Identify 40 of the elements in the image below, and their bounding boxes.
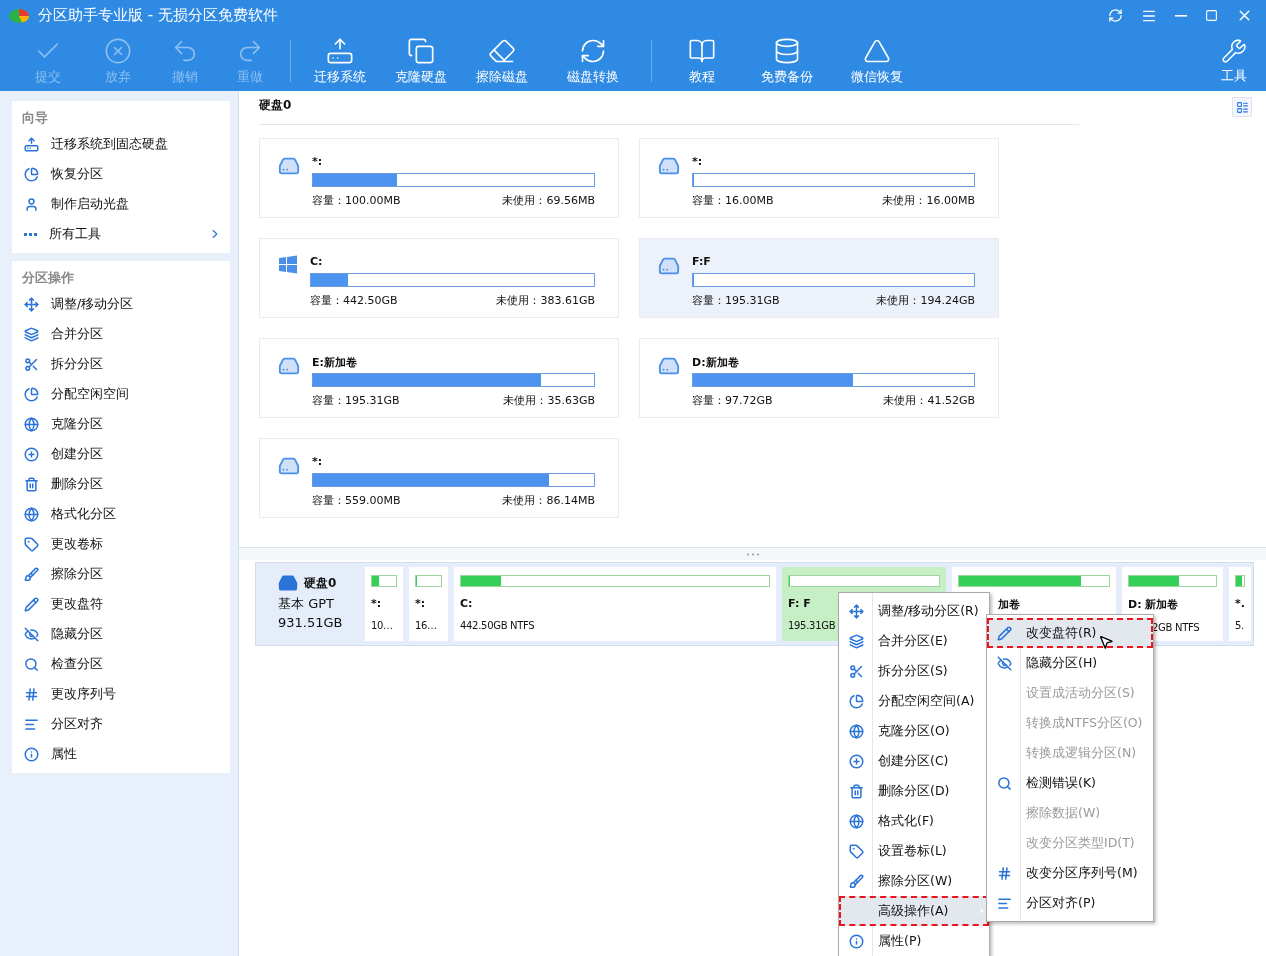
partition-label: E:新加卷 xyxy=(312,355,358,371)
partition-label: 加卷 xyxy=(998,597,1020,612)
unused-text: 未使用：16.00MB xyxy=(882,193,975,208)
partition-info: 442.50GB NTFS xyxy=(460,620,535,631)
partition-label: F:F xyxy=(692,255,712,270)
section-title: 向导 xyxy=(21,109,49,127)
capacity-text: 容量：16.00MB xyxy=(692,193,774,208)
partition-label: *: xyxy=(415,597,426,610)
unused-text: 未使用：35.63GB xyxy=(503,393,595,408)
unused-text: 未使用：86.14MB xyxy=(502,493,595,508)
unused-text: 未使用：41.52GB xyxy=(883,393,975,408)
unused-text: 未使用：383.61GB xyxy=(496,293,595,308)
partition-label: C: xyxy=(310,255,324,270)
capacity-text: 容量：195.31GB xyxy=(312,393,400,408)
section-title: 分区操作 xyxy=(21,269,75,287)
disk-heading: 硬盘0 xyxy=(259,95,1079,125)
partition-label: C: xyxy=(460,597,473,610)
partition-label: F: F xyxy=(788,597,811,610)
partition-info: 16… xyxy=(415,620,437,631)
disk-size: 931.51GB xyxy=(278,615,344,630)
unused-text: 未使用：69.56MB xyxy=(502,193,595,208)
partition-label: *. xyxy=(1235,597,1245,610)
partition-label: D: 新加卷 xyxy=(1128,597,1179,612)
partition-info: 5. xyxy=(1235,620,1244,631)
capacity-text: 容量：442.50GB xyxy=(310,293,398,308)
partition-label: *: xyxy=(692,155,704,170)
partition-label: *: xyxy=(312,455,324,470)
partition-label: D:新加卷 xyxy=(692,355,740,371)
capacity-text: 容量：559.00MB xyxy=(312,493,401,508)
partition-label: *: xyxy=(371,597,382,610)
partition-label: *: xyxy=(312,155,324,170)
disk-name: 硬盘0 xyxy=(304,574,337,592)
partition-info: 195.31GB xyxy=(788,620,836,631)
capacity-text: 容量：97.72GB xyxy=(692,393,773,408)
capacity-text: 容量：195.31GB xyxy=(692,293,780,308)
unused-text: 未使用：194.24GB xyxy=(876,293,975,308)
window-title: 分区助手专业版 - 无损分区免费软件 xyxy=(38,6,279,25)
partition-info: 10… xyxy=(371,620,393,631)
capacity-text: 容量：100.00MB xyxy=(312,193,401,208)
disk-type: 基本 GPT xyxy=(278,595,335,613)
